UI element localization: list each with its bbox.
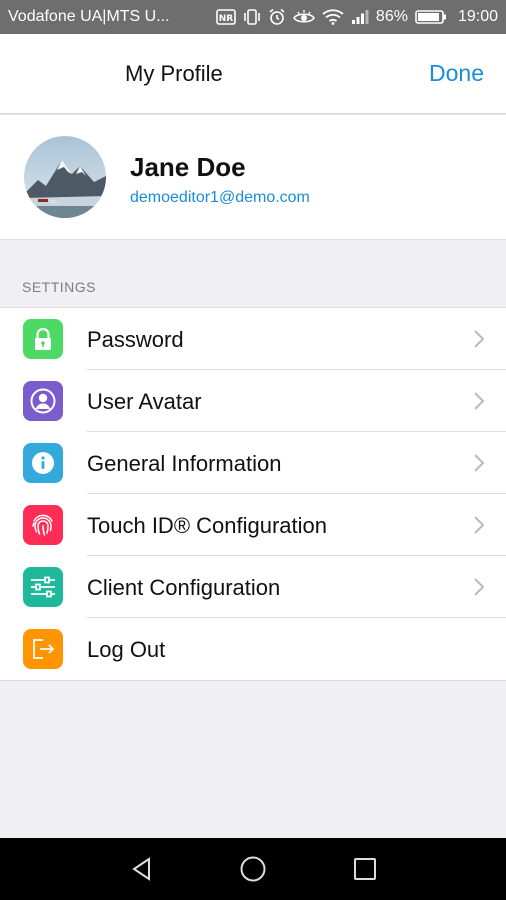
settings-list: Password User Avatar General Information [0, 307, 506, 681]
logout-icon [23, 629, 63, 669]
system-navigation-bar [0, 838, 506, 900]
nfc-icon: NR [216, 8, 236, 26]
chevron-right-icon [472, 390, 486, 412]
chevron-right-icon [472, 452, 486, 474]
page-title: My Profile [125, 61, 223, 86]
home-icon[interactable] [238, 854, 268, 884]
sliders-icon [23, 567, 63, 607]
user-email: demoeditor1@demo.com [130, 189, 310, 206]
clock: 19:00 [457, 8, 498, 25]
settings-item-client-configuration[interactable]: Client Configuration [0, 556, 506, 618]
settings-item-label: Password [87, 327, 184, 352]
carrier-label: Vodafone UA|MTS U... [8, 8, 170, 25]
wifi-icon [322, 8, 344, 26]
navigation-bar: My Profile Done [0, 34, 506, 114]
settings-item-label: General Information [87, 451, 282, 476]
signal-icon [351, 8, 369, 26]
status-bar: Vodafone UA|MTS U... NR 86% 19:00 [0, 0, 506, 34]
battery-percent: 86% [375, 8, 408, 25]
info-icon [23, 443, 63, 483]
avatar[interactable] [24, 136, 106, 218]
user-icon [23, 381, 63, 421]
settings-item-label: Touch ID® Configuration [87, 513, 328, 538]
profile-card: Jane Doe demoeditor1@demo.com [0, 115, 506, 240]
done-button[interactable]: Done [429, 60, 484, 87]
lock-icon [23, 319, 63, 359]
battery-icon [415, 8, 447, 26]
back-icon[interactable] [127, 854, 157, 884]
settings-item-user-avatar[interactable]: User Avatar [0, 370, 506, 432]
user-name: Jane Doe [130, 152, 246, 182]
vibrate-icon [243, 8, 261, 26]
settings-item-label: Log Out [87, 637, 166, 662]
settings-item-password[interactable]: Password [0, 308, 506, 370]
eye-comfort-icon [292, 8, 315, 26]
settings-section-title: SETTINGS [22, 279, 97, 295]
settings-item-general-information[interactable]: General Information [0, 432, 506, 494]
svg-text:NR: NR [219, 14, 234, 24]
settings-item-label: User Avatar [87, 389, 202, 414]
settings-item-label: Client Configuration [87, 575, 281, 600]
alarm-icon [268, 8, 286, 26]
fingerprint-icon [23, 505, 63, 545]
chevron-right-icon [472, 576, 486, 598]
recents-icon[interactable] [350, 854, 380, 884]
chevron-right-icon [472, 328, 486, 350]
chevron-right-icon [472, 514, 486, 536]
settings-item-log-out[interactable]: Log Out [0, 618, 506, 680]
settings-item-touch-id[interactable]: Touch ID® Configuration [0, 494, 506, 556]
